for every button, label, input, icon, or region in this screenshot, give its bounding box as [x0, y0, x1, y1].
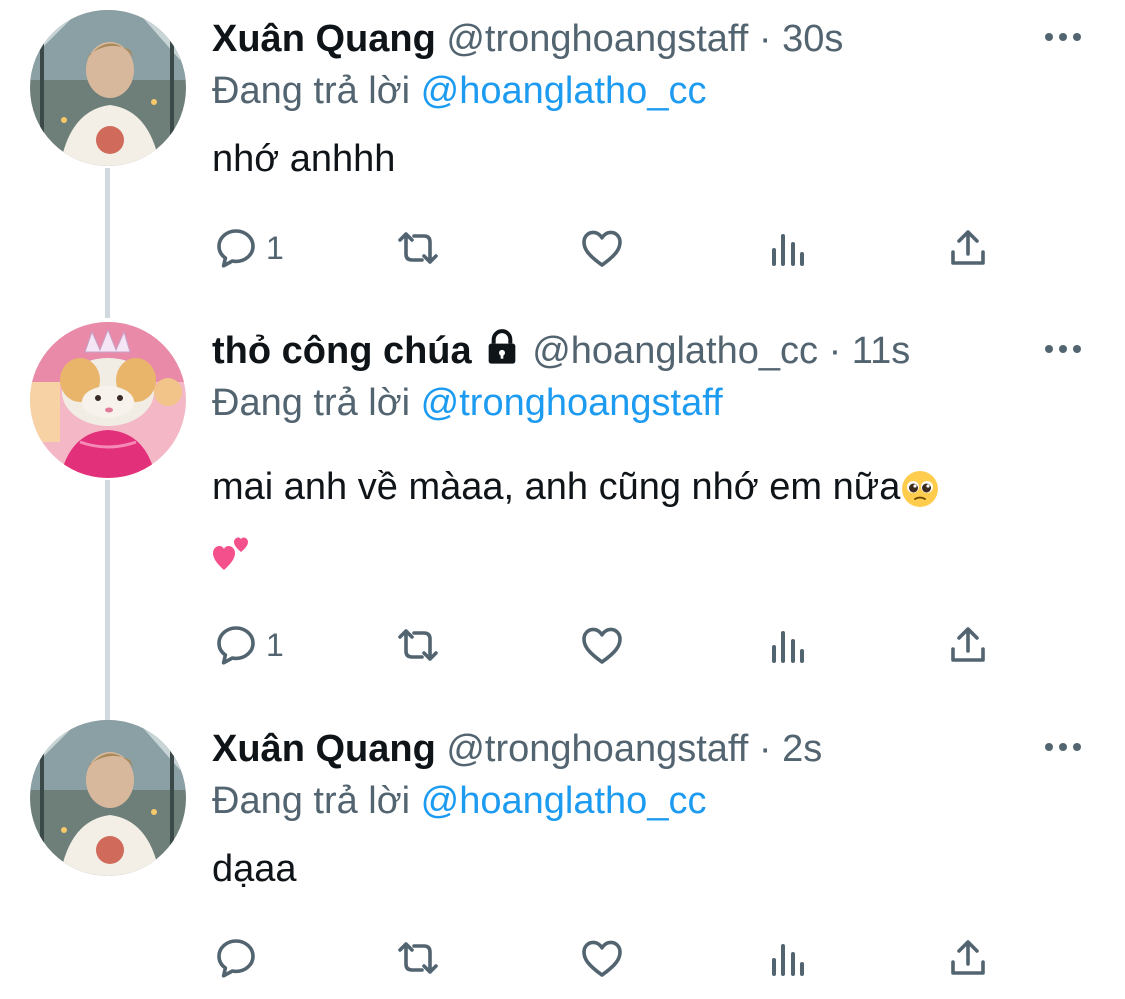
tweet-text-block: mai anh về màaa, anh cũng nhớ em nữa: [212, 462, 940, 512]
author-handle[interactable]: @tronghoangstaff: [446, 18, 748, 60]
separator: ·: [758, 728, 772, 770]
analytics-icon: [772, 631, 804, 663]
reply-mention-link[interactable]: @tronghoangstaff: [421, 382, 723, 424]
share-icon: [951, 230, 985, 265]
author-handle[interactable]: @hoanglatho_cc: [532, 330, 818, 372]
share-button[interactable]: [944, 617, 992, 673]
replying-to: Đang trả lời @tronghoangstaff: [212, 378, 723, 428]
lock-icon: [488, 329, 515, 364]
reply-count: 1: [266, 229, 284, 266]
analytics-button[interactable]: [764, 220, 812, 276]
separator: ·: [758, 18, 772, 60]
like-button[interactable]: [578, 220, 626, 276]
tweet-text: nhớ anhhh: [212, 138, 396, 180]
retweet-icon: [398, 232, 438, 264]
reply-icon: [217, 939, 255, 978]
author-name[interactable]: Xuân Quang: [212, 18, 436, 60]
like-button[interactable]: [578, 617, 626, 673]
tweet[interactable]: thỏ công chúa @hoanglatho_cc · 11s Đang …: [0, 312, 1125, 712]
replying-to: Đang trả lời @hoanglatho_cc: [212, 776, 706, 826]
reply-count: 1: [266, 626, 284, 663]
more-icon[interactable]: [1043, 27, 1083, 47]
share-button[interactable]: [944, 220, 992, 276]
action-bar: 1: [212, 617, 1012, 673]
tweet-header: Xuân Quang @tronghoangstaff · 30s: [212, 14, 843, 64]
analytics-button[interactable]: [764, 617, 812, 673]
retweet-button[interactable]: [390, 220, 446, 276]
retweet-icon: [398, 942, 438, 974]
action-bar: 1: [212, 220, 1012, 276]
retweet-button[interactable]: [390, 930, 446, 986]
like-icon: [582, 230, 622, 267]
author-name[interactable]: thỏ công chúa: [212, 330, 472, 372]
tweet-header: Xuân Quang @tronghoangstaff · 2s: [212, 724, 822, 774]
like-button[interactable]: [578, 930, 626, 986]
timestamp[interactable]: 30s: [782, 18, 843, 60]
reply-button[interactable]: 1: [212, 220, 284, 276]
reply-prefix: Đang trả lời: [212, 780, 411, 822]
avatar[interactable]: [30, 322, 186, 478]
reply-prefix: Đang trả lời: [212, 382, 411, 424]
tweet[interactable]: Xuân Quang @tronghoangstaff · 2s Đang tr…: [0, 710, 1125, 999]
avatar[interactable]: [30, 10, 186, 166]
like-icon: [582, 940, 622, 977]
pleading-face-icon: [902, 470, 939, 507]
timestamp[interactable]: 11s: [852, 330, 910, 372]
reply-icon: [217, 626, 255, 665]
retweet-button[interactable]: [390, 617, 446, 673]
avatar[interactable]: [30, 720, 186, 876]
analytics-icon: [772, 944, 804, 976]
tweet-text: dạaa: [212, 848, 297, 890]
action-bar: [212, 930, 1012, 986]
two-hearts-icon: [212, 534, 252, 579]
more-icon[interactable]: [1043, 737, 1083, 757]
reply-mention-link[interactable]: @hoanglatho_cc: [421, 780, 707, 822]
separator: ·: [828, 330, 842, 372]
tweet-text: mai anh về màaa, anh cũng nhớ em nữa: [212, 466, 901, 508]
retweet-icon: [398, 629, 438, 661]
share-icon: [951, 627, 985, 662]
reply-mention-link[interactable]: @hoanglatho_cc: [421, 70, 707, 112]
tweet[interactable]: Xuân Quang @tronghoangstaff · 30s Đang t…: [0, 0, 1125, 300]
replying-to: Đang trả lời @hoanglatho_cc: [212, 66, 706, 116]
reply-icon: [217, 229, 255, 268]
analytics-button[interactable]: [764, 930, 812, 986]
timestamp[interactable]: 2s: [782, 728, 822, 770]
reply-prefix: Đang trả lời: [212, 70, 411, 112]
share-button[interactable]: [944, 930, 992, 986]
author-name[interactable]: Xuân Quang: [212, 728, 436, 770]
reply-button[interactable]: 1: [212, 617, 284, 673]
share-icon: [951, 940, 985, 975]
reply-button[interactable]: [212, 930, 266, 986]
more-icon[interactable]: [1043, 339, 1083, 359]
analytics-icon: [772, 234, 804, 266]
like-icon: [582, 627, 622, 664]
tweet-header: thỏ công chúa @hoanglatho_cc · 11s: [212, 326, 910, 376]
author-handle[interactable]: @tronghoangstaff: [446, 728, 748, 770]
